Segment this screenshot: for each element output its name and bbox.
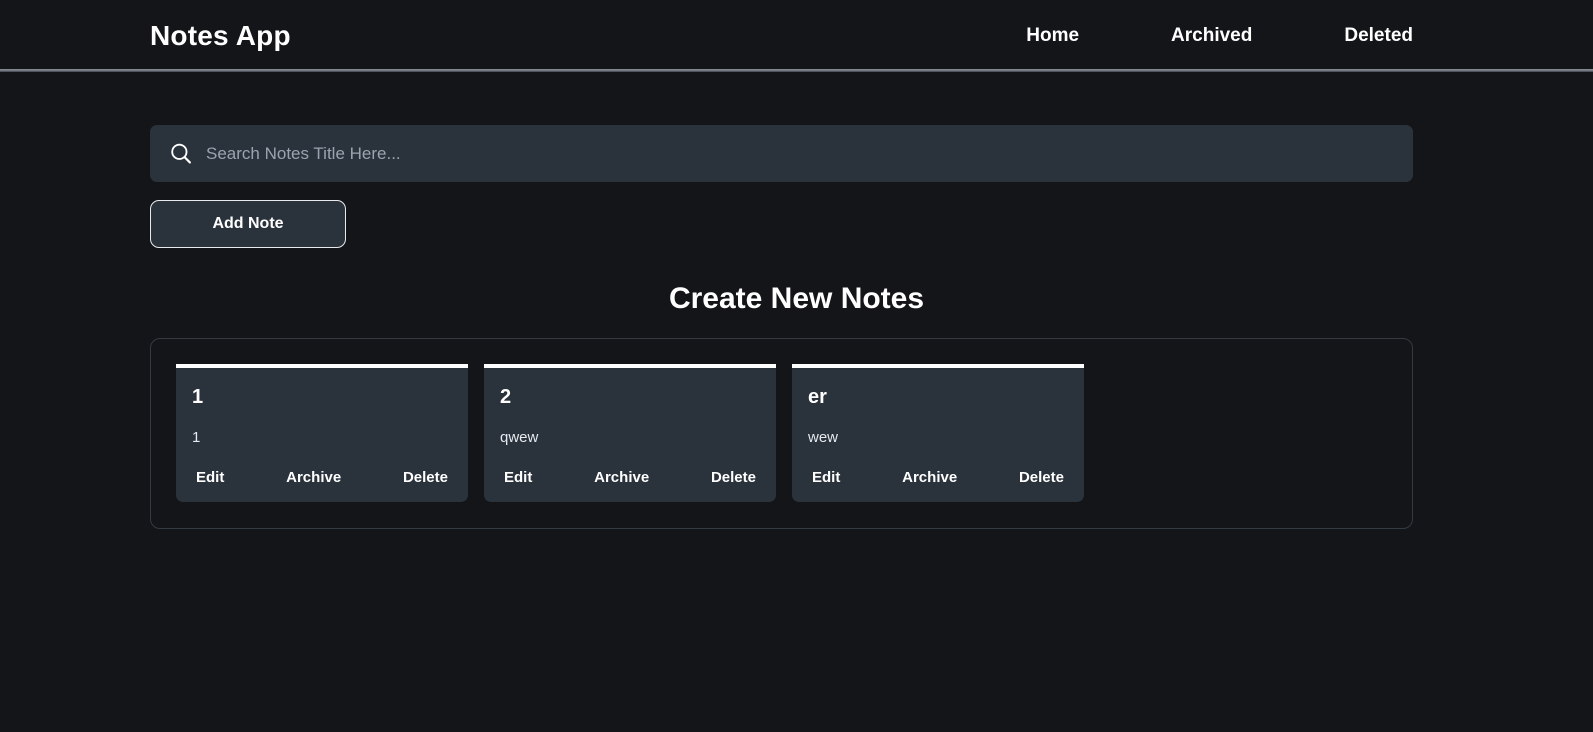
notes-list-container: 1 1 Edit Archive Delete 2 qwew Edit Archive Delet… (150, 338, 1413, 529)
note-title: er (808, 386, 827, 408)
search-bar[interactable] (150, 125, 1413, 182)
search-icon (171, 143, 191, 164)
note-title: 1 (192, 386, 204, 408)
primary-navigation: Home Archived Deleted (1026, 25, 1413, 47)
main-content: Add Note Create New Notes 1 1 Edit Archive D… (0, 125, 1593, 529)
note-delete-button[interactable]: Delete (711, 469, 756, 486)
nav-link-archived[interactable]: Archived (1171, 25, 1252, 47)
nav-link-deleted[interactable]: Deleted (1344, 25, 1413, 47)
note-edit-button[interactable]: Edit (812, 469, 840, 486)
note-card: 1 1 Edit Archive Delete (176, 364, 468, 502)
note-edit-button[interactable]: Edit (504, 469, 532, 486)
note-body: wew (808, 429, 839, 446)
nav-link-home[interactable]: Home (1026, 25, 1079, 47)
note-card: 2 qwew Edit Archive Delete (484, 364, 776, 502)
note-archive-button[interactable]: Archive (902, 469, 957, 486)
note-card: er wew Edit Archive Delete (792, 364, 1084, 502)
note-archive-button[interactable]: Archive (594, 469, 649, 486)
note-edit-button[interactable]: Edit (196, 469, 224, 486)
note-archive-button[interactable]: Archive (286, 469, 341, 486)
note-body: qwew (500, 429, 539, 446)
page-section-title: Create New Notes (668, 282, 925, 315)
top-navbar: Notes App Home Archived Deleted (0, 0, 1593, 72)
app-brand-title: Notes App (150, 20, 291, 51)
note-delete-button[interactable]: Delete (1019, 469, 1064, 486)
note-actions: Edit Archive Delete (808, 469, 1068, 486)
search-input[interactable] (206, 125, 1395, 182)
add-note-button[interactable]: Add Note (150, 200, 346, 248)
note-delete-button[interactable]: Delete (403, 469, 448, 486)
note-actions: Edit Archive Delete (192, 469, 452, 486)
note-actions: Edit Archive Delete (500, 469, 760, 486)
note-title: 2 (500, 386, 512, 408)
note-body: 1 (192, 429, 201, 446)
